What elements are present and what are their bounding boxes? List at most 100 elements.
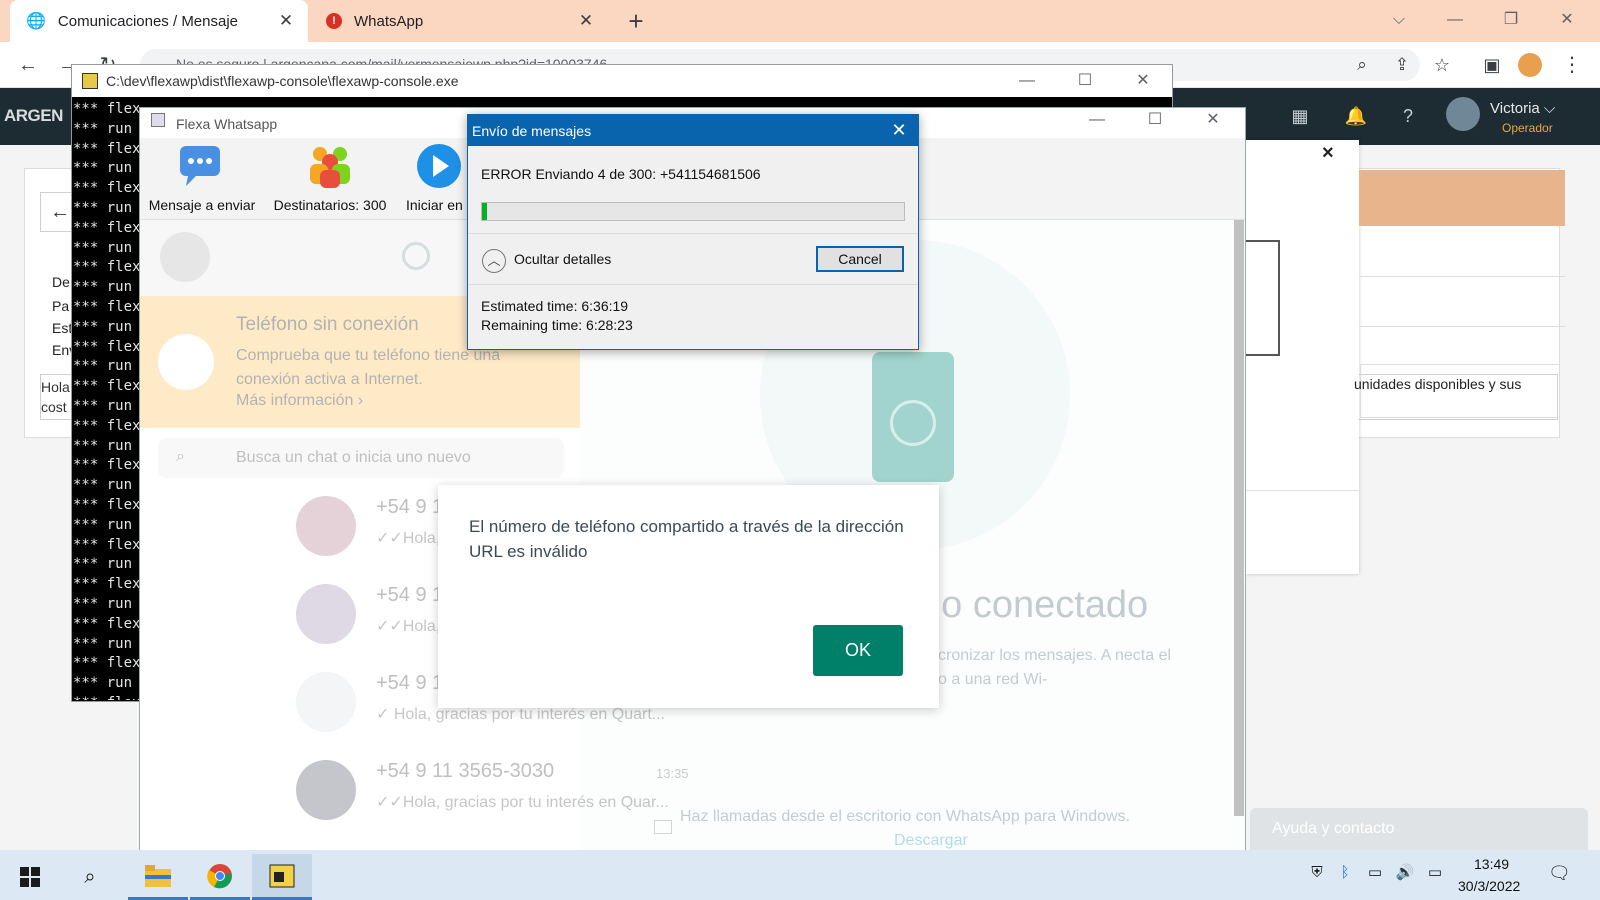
tab-close-icon[interactable]: ✕ bbox=[576, 11, 596, 31]
tab-search-icon[interactable]: ⌵ bbox=[1376, 6, 1422, 34]
last-message: ✓✓Hola, gracias por tu interés en Quar..… bbox=[376, 794, 669, 811]
new-tab-button[interactable]: + bbox=[620, 6, 652, 38]
notifications-icon[interactable]: 🗨 bbox=[1548, 862, 1571, 884]
maximize-icon[interactable]: ☐ bbox=[1062, 67, 1108, 95]
avatar[interactable] bbox=[160, 232, 210, 282]
volume-icon[interactable]: 🔊 bbox=[1394, 862, 1416, 884]
tab-label: WhatsApp bbox=[354, 12, 424, 30]
file-explorer-icon[interactable] bbox=[128, 854, 188, 900]
console-line: *** run bbox=[73, 160, 133, 177]
chevron-up-icon[interactable]: ︿ bbox=[482, 249, 506, 273]
cancel-button[interactable]: Cancel bbox=[816, 246, 904, 272]
status-icon[interactable] bbox=[402, 242, 430, 270]
calendar-icon[interactable]: ▦ bbox=[1288, 104, 1312, 128]
hide-details-toggle[interactable]: Ocultar detalles bbox=[514, 251, 611, 267]
offline-icon bbox=[158, 334, 214, 390]
modal-close-icon[interactable]: × bbox=[1322, 142, 1334, 165]
battery-icon[interactable]: ▭ bbox=[1424, 862, 1446, 884]
tab-whatsapp[interactable]: ! WhatsApp ✕ bbox=[318, 0, 608, 42]
tab-label: Comunicaciones / Mensaje bbox=[57, 12, 239, 30]
flexa-app-taskbar-icon[interactable] bbox=[252, 854, 312, 900]
recipients-button[interactable]: Destinatarios: 300 bbox=[266, 142, 394, 213]
remaining-time: Remaining time: 6:28:23 bbox=[481, 317, 633, 333]
chrome-icon[interactable] bbox=[190, 854, 250, 900]
console-line: *** run bbox=[73, 675, 133, 692]
progress-dialog-title: Envío de mensajes bbox=[468, 115, 918, 146]
message-time: 13:35 bbox=[656, 766, 689, 781]
user-role: Operador bbox=[1502, 121, 1553, 135]
console-line: *** flex bbox=[73, 496, 139, 513]
console-line: *** flex bbox=[73, 101, 139, 117]
console-line: *** run bbox=[73, 595, 133, 612]
bookmark-star-icon[interactable]: ☆ bbox=[1428, 51, 1456, 79]
restore-icon[interactable]: ❐ bbox=[1488, 6, 1534, 34]
alert-message: El número de teléfono compartido a travé… bbox=[469, 517, 904, 561]
back-icon[interactable]: ← bbox=[14, 51, 42, 79]
console-line: *** flex bbox=[73, 180, 139, 197]
console-line: *** run bbox=[73, 279, 133, 296]
zoom-icon[interactable]: ⌕ bbox=[1348, 51, 1376, 79]
close-icon[interactable]: ✕ bbox=[1544, 6, 1590, 34]
minimize-icon[interactable]: — bbox=[1074, 106, 1120, 134]
bell-icon[interactable]: 🔔 bbox=[1344, 104, 1368, 128]
contact-name: +54 9 11 3565-3030 bbox=[376, 760, 555, 782]
chat-item[interactable]: +54 9 11 3565-3030 ✓✓Hola, gracias por t… bbox=[280, 746, 720, 834]
minimize-icon[interactable]: — bbox=[1004, 67, 1050, 95]
clock-time[interactable]: 13:49 bbox=[1474, 856, 1509, 872]
chat-bubbles-icon bbox=[180, 146, 220, 186]
network-icon[interactable]: ▭ bbox=[1364, 862, 1386, 884]
bluetooth-icon[interactable]: ᛒ bbox=[1334, 862, 1356, 884]
download-link[interactable]: Descargar bbox=[894, 832, 968, 850]
field-label-estado: Est bbox=[52, 320, 73, 336]
console-line: *** run bbox=[73, 437, 133, 454]
contact-avatar bbox=[296, 672, 356, 732]
user-avatar[interactable] bbox=[1446, 97, 1480, 131]
contact-avatar bbox=[296, 760, 356, 820]
menu-kebab-icon[interactable]: ⋮ bbox=[1558, 51, 1586, 79]
clock-date[interactable]: 30/3/2022 bbox=[1458, 878, 1520, 894]
help-contact-button[interactable]: Ayuda y contacto bbox=[1250, 808, 1588, 852]
progress-bar bbox=[481, 202, 905, 221]
console-line: *** run bbox=[73, 358, 133, 375]
minimize-icon[interactable]: — bbox=[1432, 6, 1478, 34]
console-line: *** flex bbox=[73, 694, 139, 700]
sidepanel-icon[interactable]: ▣ bbox=[1478, 51, 1506, 79]
whatsapp-logo-icon bbox=[890, 400, 936, 446]
tab-comunicaciones[interactable]: 🌐 Comunicaciones / Mensaje ✕ bbox=[10, 0, 308, 42]
maximize-icon[interactable]: ☐ bbox=[1132, 106, 1178, 134]
estimated-time: Estimated time: 6:36:19 bbox=[481, 298, 629, 314]
profile-avatar[interactable] bbox=[1518, 53, 1542, 77]
close-icon[interactable]: ✕ bbox=[1190, 106, 1236, 134]
console-line: *** flex bbox=[73, 457, 139, 474]
console-line: *** run bbox=[73, 199, 133, 216]
modal-outline-box bbox=[1244, 240, 1280, 356]
shield-icon[interactable]: ⛨ bbox=[1306, 862, 1328, 884]
console-line: *** flex bbox=[73, 259, 139, 276]
console-line: *** run bbox=[73, 477, 133, 494]
user-name[interactable]: Victoria ⌵ bbox=[1490, 100, 1555, 117]
contact-avatar bbox=[296, 496, 356, 556]
start-sending-button[interactable]: Iniciar en bbox=[406, 142, 470, 213]
windows-start-icon[interactable] bbox=[0, 854, 60, 900]
search-icon[interactable]: ⌕ bbox=[60, 854, 120, 900]
help-icon[interactable]: ? bbox=[1396, 104, 1420, 128]
alert-icon: ! bbox=[326, 13, 342, 29]
share-icon[interactable]: ⇪ bbox=[1388, 51, 1416, 79]
scrollbar[interactable] bbox=[1234, 220, 1244, 816]
progress-status-text: ERROR Enviando 4 de 300: +541154681506 bbox=[481, 166, 761, 182]
console-line: *** flex bbox=[73, 298, 139, 315]
progress-bar-fill bbox=[482, 203, 487, 220]
close-icon[interactable]: ✕ bbox=[886, 117, 912, 143]
console-line: *** flex bbox=[73, 536, 139, 553]
tool-label: Mensaje a enviar bbox=[148, 197, 256, 213]
close-icon[interactable]: ✕ bbox=[1120, 67, 1166, 95]
offline-more-link[interactable]: Más información › bbox=[236, 392, 363, 410]
app-icon bbox=[269, 864, 295, 887]
console-line: *** flex bbox=[73, 378, 139, 395]
offline-description: Comprueba que tu teléfono tiene una cone… bbox=[236, 347, 501, 388]
message-to-send-button[interactable]: Mensaje a enviar bbox=[146, 142, 258, 213]
tab-close-icon[interactable]: ✕ bbox=[276, 11, 296, 31]
message-text: Hola cost bbox=[41, 379, 70, 415]
console-line: *** run bbox=[73, 516, 133, 533]
ok-button[interactable]: OK bbox=[813, 625, 903, 676]
